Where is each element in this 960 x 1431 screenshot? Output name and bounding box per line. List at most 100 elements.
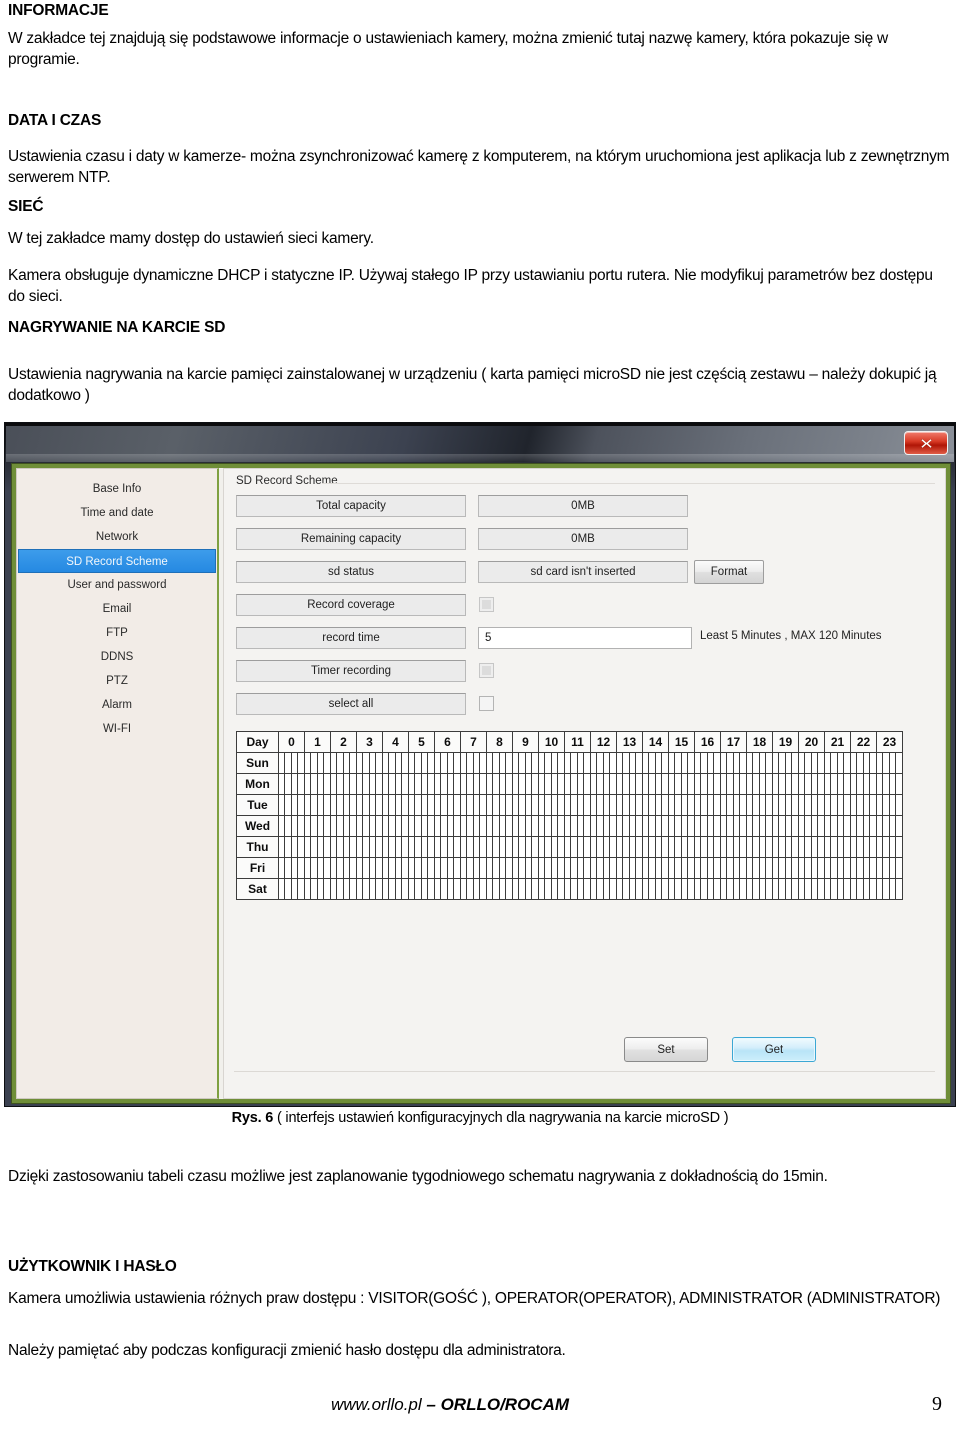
schedule-hour-cell[interactable] [694,815,721,837]
schedule-hour-cell[interactable] [772,836,799,858]
schedule-slot[interactable] [817,879,824,899]
schedule-slot[interactable] [687,795,694,815]
schedule-hour-cell[interactable] [512,773,539,795]
schedule-slot[interactable] [531,774,538,794]
schedule-hour-cell[interactable] [460,815,487,837]
schedule-slot[interactable] [349,774,356,794]
schedule-hour-cell[interactable] [382,815,409,837]
schedule-hour-cell[interactable] [772,752,799,774]
schedule-hour-cell[interactable] [278,857,305,879]
schedule-hour-cell[interactable] [434,815,461,837]
schedule-slot[interactable] [505,816,512,836]
schedule-hour-cell[interactable] [720,794,747,816]
schedule-slot[interactable] [869,837,876,857]
schedule-slot[interactable] [817,816,824,836]
schedule-slot[interactable] [713,816,720,836]
schedule-slot[interactable] [661,816,668,836]
schedule-slot[interactable] [479,837,486,857]
schedule-hour-cell[interactable] [668,752,695,774]
schedule-hour-cell[interactable] [850,773,877,795]
schedule-hour-cell[interactable] [564,857,591,879]
schedule-hour-cell[interactable] [616,815,643,837]
schedule-hour-cell[interactable] [642,773,669,795]
schedule-hour-cell[interactable] [460,794,487,816]
schedule-hour-cell[interactable] [356,878,383,900]
schedule-hour-cell[interactable] [642,878,669,900]
record-time-input[interactable]: 5 [478,627,692,649]
schedule-slot[interactable] [401,858,408,878]
schedule-hour-cell[interactable] [564,773,591,795]
schedule-hour-cell[interactable] [590,794,617,816]
schedule-hour-cell[interactable] [460,878,487,900]
schedule-slot[interactable] [479,858,486,878]
schedule-slot[interactable] [661,795,668,815]
schedule-hour-cell[interactable] [876,836,903,858]
schedule-hour-cell[interactable] [746,836,773,858]
schedule-slot[interactable] [609,858,616,878]
schedule-hour-cell[interactable] [824,794,851,816]
schedule-slot[interactable] [765,753,772,773]
schedule-slot[interactable] [323,816,330,836]
schedule-slot[interactable] [661,879,668,899]
schedule-hour-cell[interactable] [746,773,773,795]
schedule-slot[interactable] [817,858,824,878]
schedule-hour-cell[interactable] [512,857,539,879]
schedule-slot[interactable] [349,753,356,773]
schedule-hour-cell[interactable] [668,857,695,879]
schedule-slot[interactable] [531,795,538,815]
schedule-slot[interactable] [713,795,720,815]
schedule-slot[interactable] [609,753,616,773]
schedule-slot[interactable] [557,816,564,836]
schedule-slot[interactable] [583,753,590,773]
schedule-slot[interactable] [531,816,538,836]
schedule-hour-cell[interactable] [850,836,877,858]
schedule-slot[interactable] [375,774,382,794]
schedule-slot[interactable] [375,795,382,815]
schedule-hour-cell[interactable] [876,794,903,816]
schedule-hour-cell[interactable] [356,836,383,858]
schedule-hour-cell[interactable] [486,815,513,837]
schedule-hour-cell[interactable] [616,794,643,816]
schedule-slot[interactable] [453,816,460,836]
schedule-hour-cell[interactable] [434,878,461,900]
schedule-hour-cell[interactable] [876,773,903,795]
schedule-hour-cell[interactable] [590,815,617,837]
weekly-schedule-grid[interactable]: Day 0 1 2 3 4 5 6 7 8 9 10 11 12 13 14 15 16 17 18 19 20 21 22 2… [236,731,903,900]
schedule-slot[interactable] [375,837,382,857]
schedule-hour-cell[interactable] [616,857,643,879]
schedule-hour-cell[interactable] [460,752,487,774]
schedule-hour-cell[interactable] [512,878,539,900]
schedule-slot[interactable] [297,774,304,794]
set-button[interactable]: Set [624,1037,708,1062]
schedule-slot[interactable] [609,816,616,836]
schedule-hour-cell[interactable] [278,836,305,858]
schedule-hour-cell[interactable] [772,794,799,816]
schedule-hour-cell[interactable] [824,752,851,774]
schedule-hour-cell[interactable] [798,815,825,837]
schedule-hour-cell[interactable] [304,815,331,837]
schedule-hour-cell[interactable] [356,752,383,774]
schedule-slot[interactable] [479,774,486,794]
schedule-slot[interactable] [739,774,746,794]
sidebar-item-base-info[interactable]: Base Info [18,477,216,501]
schedule-slot[interactable] [687,774,694,794]
schedule-slot[interactable] [635,774,642,794]
schedule-slot[interactable] [297,858,304,878]
schedule-hour-cell[interactable] [642,752,669,774]
schedule-slot[interactable] [895,795,902,815]
schedule-slot[interactable] [297,795,304,815]
schedule-slot[interactable] [869,753,876,773]
schedule-slot[interactable] [349,795,356,815]
schedule-slot[interactable] [765,774,772,794]
schedule-slot[interactable] [401,879,408,899]
schedule-slot[interactable] [635,753,642,773]
schedule-slot[interactable] [765,858,772,878]
schedule-slot[interactable] [583,774,590,794]
schedule-hour-cell[interactable] [694,773,721,795]
schedule-slot[interactable] [713,879,720,899]
schedule-hour-cell[interactable] [746,857,773,879]
schedule-hour-cell[interactable] [278,794,305,816]
schedule-slot[interactable] [323,837,330,857]
schedule-hour-cell[interactable] [824,815,851,837]
schedule-slot[interactable] [427,795,434,815]
